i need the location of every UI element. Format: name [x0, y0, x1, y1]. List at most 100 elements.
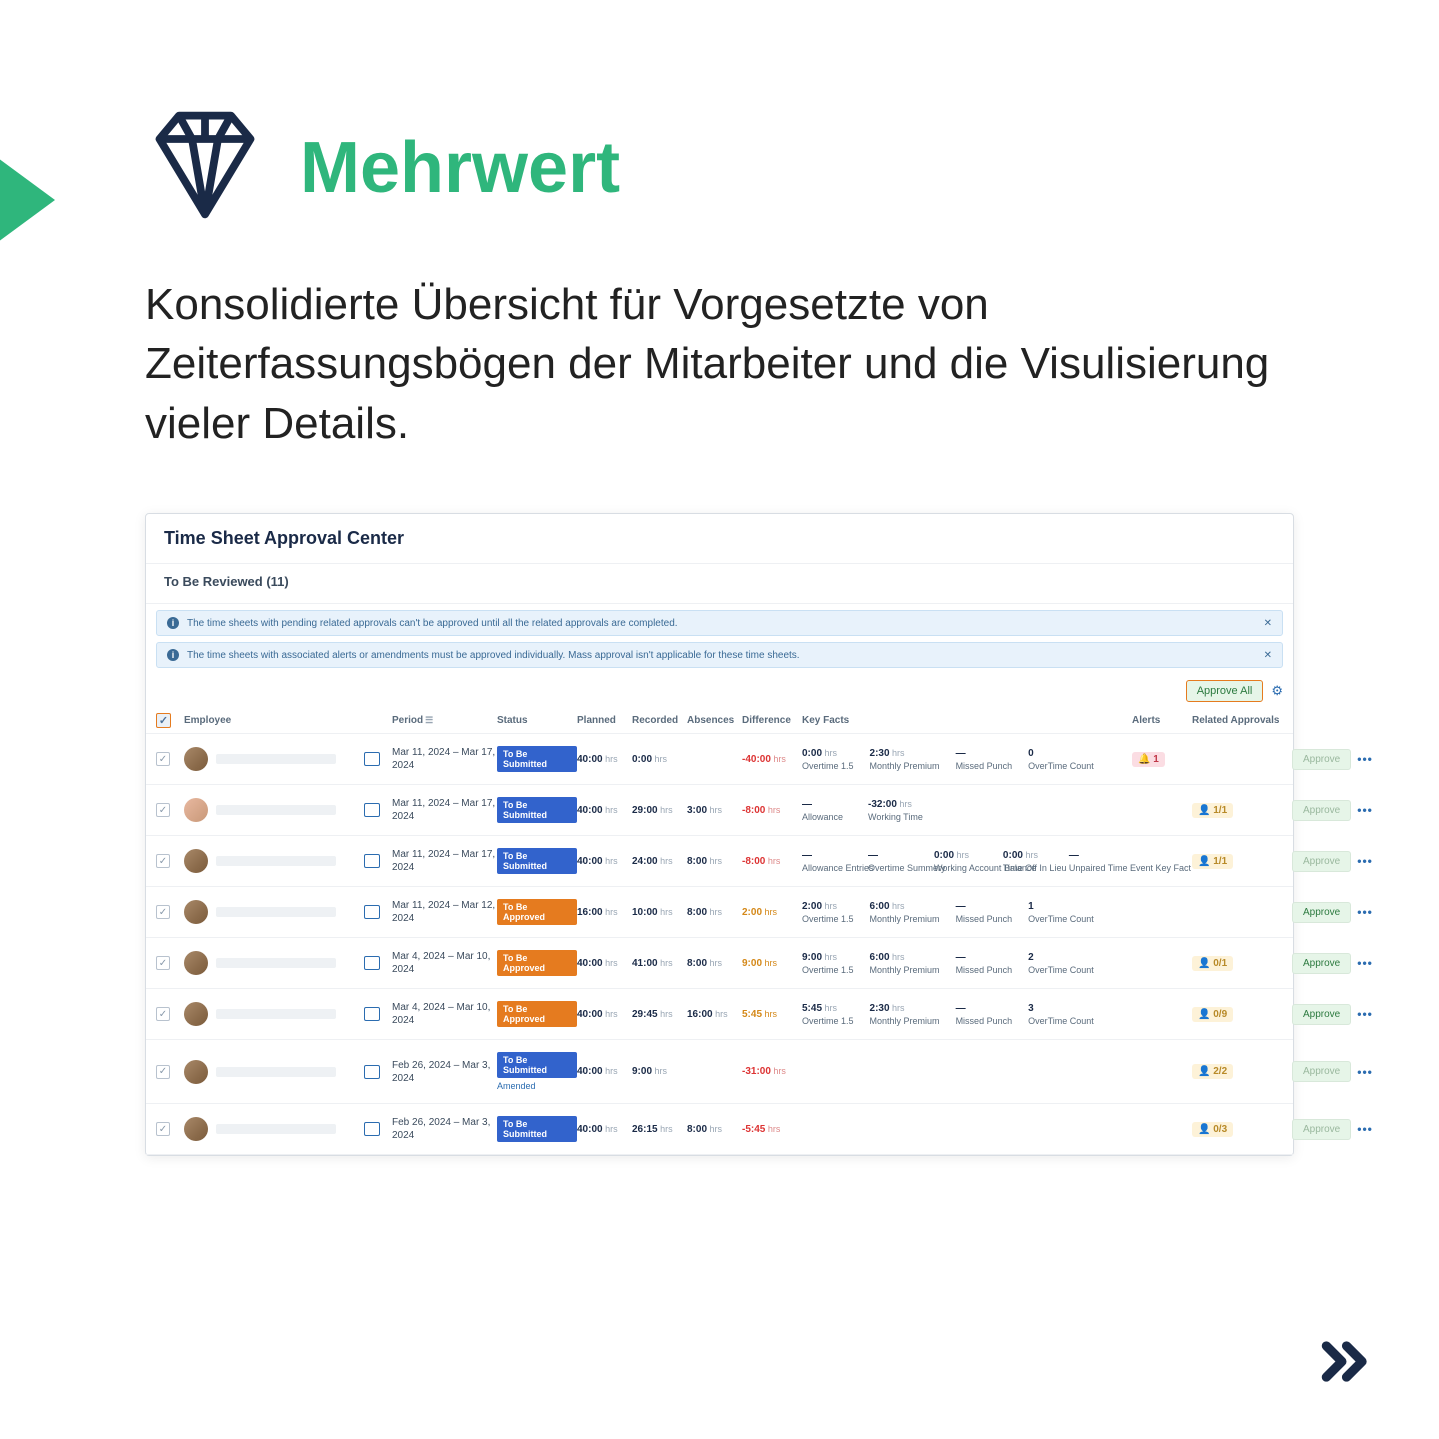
planned-cell: 40:00 hrs	[577, 754, 632, 765]
employee-cell[interactable]	[184, 747, 364, 771]
select-all-checkbox[interactable]: ✓	[156, 713, 171, 728]
more-actions-icon[interactable]: •••	[1357, 854, 1373, 868]
filter-icon[interactable]: ☰	[425, 715, 433, 725]
keyfact-label: Monthly Premium	[870, 761, 940, 771]
approve-button[interactable]: Approve	[1292, 953, 1351, 974]
approve-button[interactable]: Approve	[1292, 851, 1351, 872]
recorded-cell: 0:00 hrs	[632, 754, 687, 765]
amended-link[interactable]: Amended	[497, 1081, 536, 1091]
keyfact-value: 0	[1028, 748, 1094, 759]
keyfact-label: Unpaired Time Event Key Fact	[1069, 863, 1132, 873]
more-actions-icon[interactable]: •••	[1357, 905, 1373, 919]
keyfact-label: Monthly Premium	[870, 1016, 940, 1026]
calendar-icon[interactable]	[364, 905, 380, 919]
keyfact-label: Working Time	[868, 812, 923, 822]
approve-button[interactable]: Approve	[1292, 1119, 1351, 1140]
keyfacts-cell: 9:00 hrs Overtime 1.5 6:00 hrs Monthly P…	[802, 952, 1132, 975]
keyfact: — Unpaired Time Event Key Fact	[1069, 850, 1132, 873]
keyfact-label: Missed Punch	[956, 965, 1013, 975]
row-checkbox[interactable]: ✓	[156, 905, 170, 919]
period-cell: Mar 4, 2024 – Mar 10, 2024	[392, 1001, 497, 1027]
related-approvals-badge[interactable]: 👤 0/9	[1192, 1007, 1233, 1022]
timesheet-app: Time Sheet Approval Center To Be Reviewe…	[145, 513, 1294, 1156]
keyfacts-cell: — Allowance Entries — Overtime Summery 0…	[802, 850, 1132, 873]
calendar-icon[interactable]	[364, 854, 380, 868]
employee-cell[interactable]	[184, 1002, 364, 1026]
keyfact-value: 0:00 hrs	[802, 748, 854, 759]
employee-name-redacted	[216, 1124, 336, 1134]
approve-button[interactable]: Approve	[1292, 800, 1351, 821]
more-actions-icon[interactable]: •••	[1357, 752, 1373, 766]
next-chevron-icon[interactable]	[1319, 1334, 1374, 1394]
employee-cell[interactable]	[184, 951, 364, 975]
avatar	[184, 798, 208, 822]
related-approvals-badge[interactable]: 👤 0/1	[1192, 956, 1233, 971]
difference-cell: -8:00 hrs	[742, 805, 802, 816]
keyfact-value: 0:00 hrs	[1003, 850, 1053, 861]
more-actions-icon[interactable]: •••	[1357, 956, 1373, 970]
keyfact: 1 OverTime Count	[1028, 901, 1094, 924]
more-actions-icon[interactable]: •••	[1357, 1065, 1373, 1079]
col-period[interactable]: Period☰	[392, 715, 497, 726]
row-checkbox[interactable]: ✓	[156, 1065, 170, 1079]
section-header[interactable]: To Be Reviewed (11)	[146, 564, 1293, 604]
gear-icon[interactable]: ⚙	[1271, 683, 1283, 699]
employee-cell[interactable]	[184, 900, 364, 924]
calendar-icon[interactable]	[364, 956, 380, 970]
col-alerts[interactable]: Alerts	[1132, 715, 1192, 726]
recorded-cell: 9:00 hrs	[632, 1066, 687, 1077]
row-checkbox[interactable]: ✓	[156, 752, 170, 766]
avatar	[184, 747, 208, 771]
employee-cell[interactable]	[184, 849, 364, 873]
col-status[interactable]: Status	[497, 715, 577, 726]
approve-button[interactable]: Approve	[1292, 1061, 1351, 1082]
approve-button[interactable]: Approve	[1292, 902, 1351, 923]
row-checkbox[interactable]: ✓	[156, 956, 170, 970]
employee-cell[interactable]	[184, 1060, 364, 1084]
col-related[interactable]: Related Approvals	[1192, 715, 1292, 726]
status-badge: To Be Submitted	[497, 1052, 577, 1078]
row-checkbox[interactable]: ✓	[156, 854, 170, 868]
more-actions-icon[interactable]: •••	[1357, 803, 1373, 817]
col-planned[interactable]: Planned	[577, 715, 632, 726]
col-absences[interactable]: Absences	[687, 715, 742, 726]
related-approvals-cell: 👤 1/1	[1192, 854, 1292, 869]
status-cell: To Be Submitted Amended	[497, 1052, 577, 1091]
planned-cell: 40:00 hrs	[577, 1009, 632, 1020]
alert-badge[interactable]: 🔔 1	[1132, 752, 1165, 767]
approve-all-button[interactable]: Approve All	[1186, 680, 1264, 702]
keyfact-label: Monthly Premium	[870, 914, 940, 924]
period-cell: Feb 26, 2024 – Mar 3, 2024	[392, 1059, 497, 1085]
approve-button[interactable]: Approve	[1292, 749, 1351, 770]
keyfact-label: Working Account Balance	[934, 863, 987, 873]
calendar-icon[interactable]	[364, 752, 380, 766]
close-icon[interactable]: ✕	[1264, 650, 1272, 661]
row-checkbox[interactable]: ✓	[156, 1122, 170, 1136]
keyfact: 6:00 hrs Monthly Premium	[870, 901, 940, 924]
related-approvals-badge[interactable]: 👤 1/1	[1192, 854, 1233, 869]
approve-button[interactable]: Approve	[1292, 1004, 1351, 1025]
col-keyfacts[interactable]: Key Facts	[802, 715, 1132, 726]
toolbar: Approve All ⚙	[146, 674, 1293, 708]
related-approvals-badge[interactable]: 👤 0/3	[1192, 1122, 1233, 1137]
col-recorded[interactable]: Recorded	[632, 715, 687, 726]
row-checkbox[interactable]: ✓	[156, 1007, 170, 1021]
more-actions-icon[interactable]: •••	[1357, 1007, 1373, 1021]
employee-cell[interactable]	[184, 798, 364, 822]
related-approvals-badge[interactable]: 👤 1/1	[1192, 803, 1233, 818]
related-approvals-badge[interactable]: 👤 2/2	[1192, 1064, 1233, 1079]
more-actions-icon[interactable]: •••	[1357, 1122, 1373, 1136]
close-icon[interactable]: ✕	[1264, 618, 1272, 629]
col-difference[interactable]: Difference	[742, 715, 802, 726]
table-row: ✓ Mar 11, 2024 – Mar 17, 2024 To Be Subm…	[146, 836, 1293, 887]
calendar-icon[interactable]	[364, 1122, 380, 1136]
row-checkbox[interactable]: ✓	[156, 803, 170, 817]
calendar-icon[interactable]	[364, 1007, 380, 1021]
employee-cell[interactable]	[184, 1117, 364, 1141]
keyfacts-cell: 5:45 hrs Overtime 1.5 2:30 hrs Monthly P…	[802, 1003, 1132, 1026]
status-badge: To Be Submitted	[497, 797, 577, 823]
calendar-icon[interactable]	[364, 803, 380, 817]
col-employee[interactable]: Employee	[184, 715, 364, 726]
keyfact-value: —	[802, 850, 852, 861]
calendar-icon[interactable]	[364, 1065, 380, 1079]
